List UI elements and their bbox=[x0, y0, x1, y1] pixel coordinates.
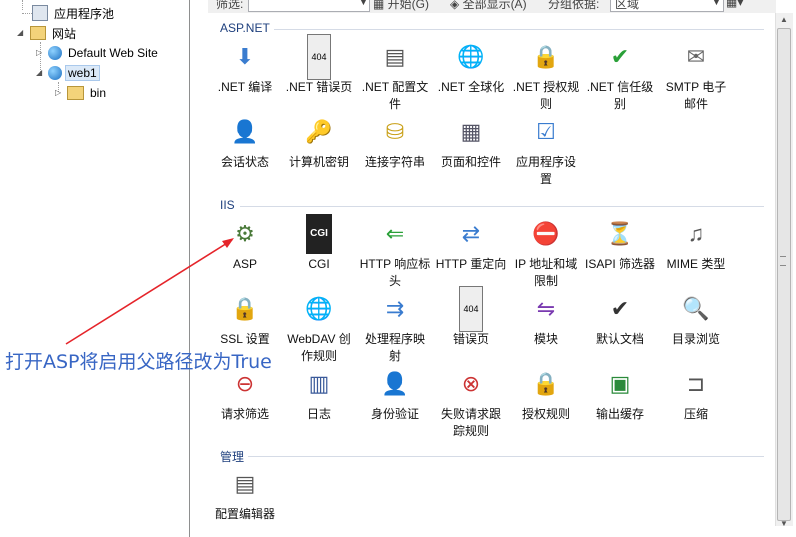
annotation-arrowhead bbox=[222, 238, 234, 248]
annotation-text: 打开ASP将启用父路径改为True bbox=[5, 351, 272, 373]
annotation-arrow-line bbox=[65, 239, 233, 345]
annotation-arrow bbox=[65, 238, 234, 345]
